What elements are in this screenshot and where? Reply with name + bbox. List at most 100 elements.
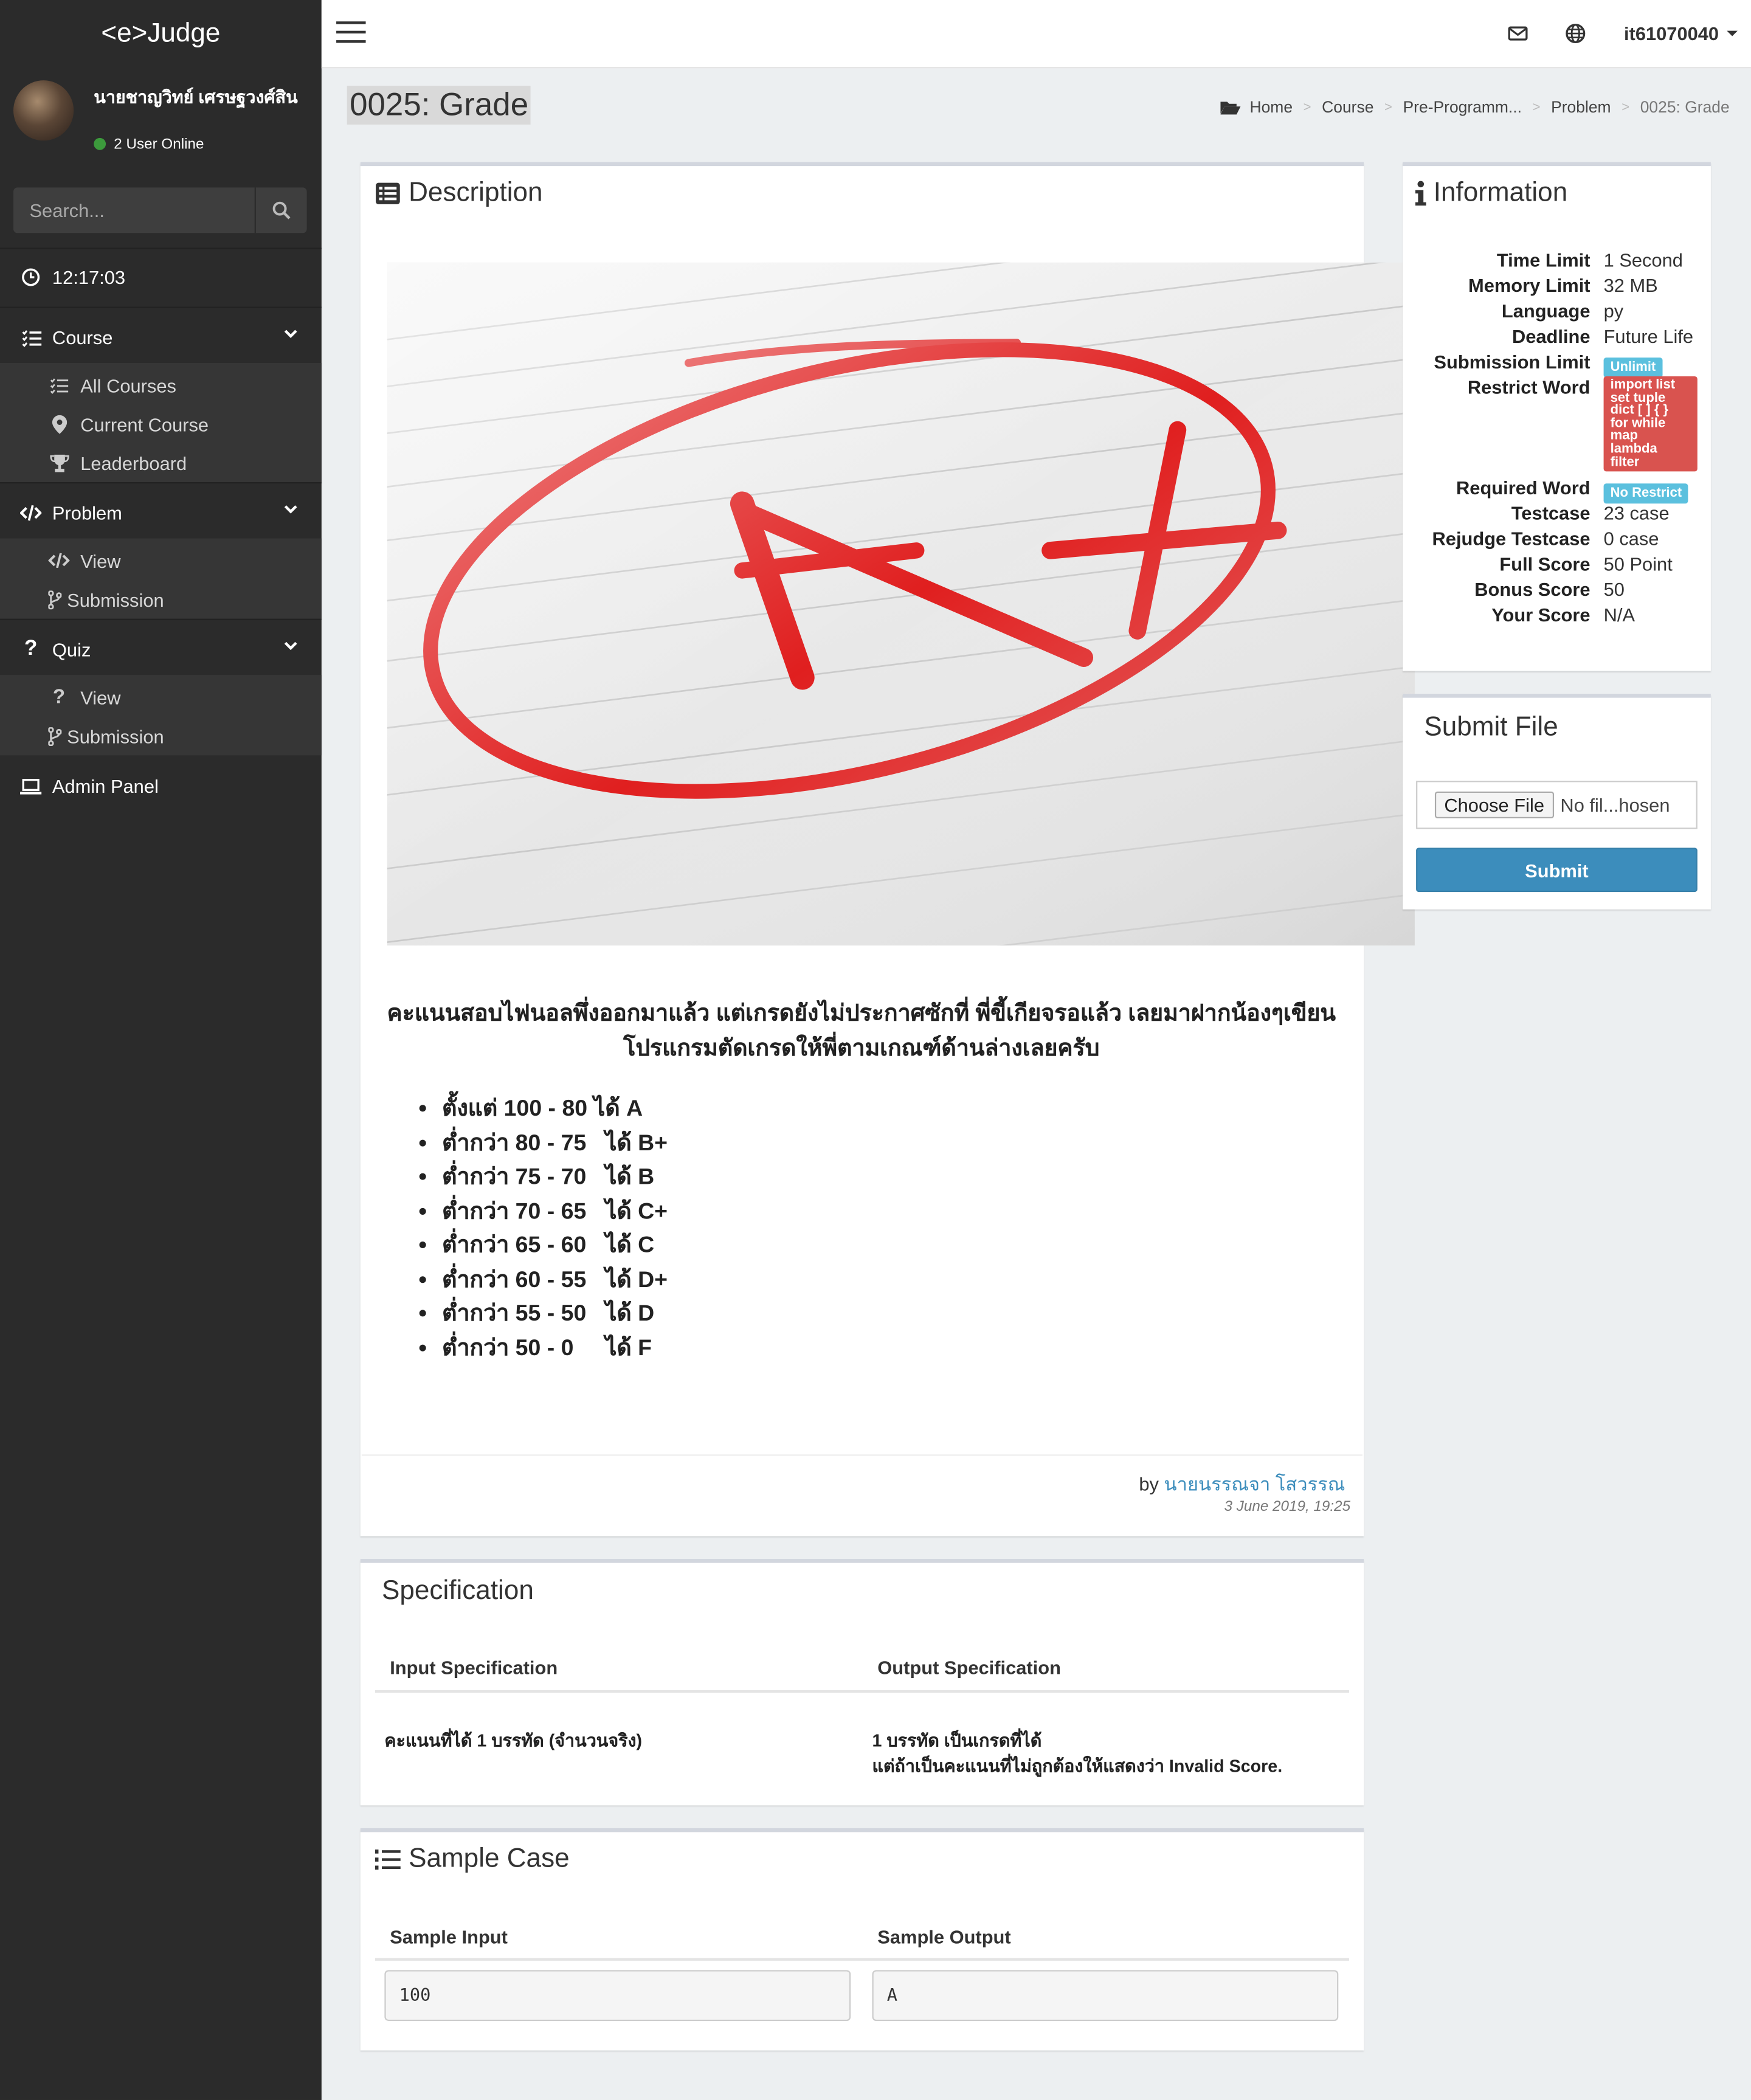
breadcrumb-course-name[interactable]: Pre-Programm... [1403,98,1522,117]
description-title: Description [375,178,543,209]
top-navbar: it61070040 [321,0,1751,69]
sample-input-box[interactable]: 100 [384,1970,851,2022]
divider [0,482,322,484]
information-title: Information [1415,178,1567,209]
sidebar-item-problem-submission[interactable]: Submission [0,580,322,619]
divider [375,1958,1349,1961]
chevron-down-icon [284,330,297,339]
sidebar-item-quiz[interactable]: ? Quiz [0,626,322,674]
sidebar-item-label: Problem [52,502,122,524]
list-item: ต่ำกว่า 55 - 50 ได้ D [442,1296,668,1330]
status-badge: No Restrict [1603,483,1689,504]
sidebar-toggle-button[interactable] [336,21,366,46]
problem-image [387,262,1415,946]
file-input[interactable]: Choose File No fil...hosen [1416,781,1697,829]
output-spec-line: แต่ถ้าเป็นคะแนนที่ไม่ถูกต้องให้แสดงว่า I… [872,1755,1283,1776]
divider [0,247,322,249]
clock-icon [22,268,40,286]
file-name-text: No fil...hosen [1560,794,1670,816]
course-submenu: All Courses Current Course Leaderboard [0,362,322,483]
output-spec-text: 1 บรรทัด เป็นเกรดที่ได้ แต่ถ้าเป็นคะแนนท… [872,1728,1282,1779]
sample-output-box[interactable]: A [872,1970,1339,2022]
sidebar-item-problem[interactable]: Problem [0,489,322,537]
sidebar-item-label: All Courses [80,374,176,396]
information-title-text: Information [1433,178,1568,208]
divider [0,618,322,620]
chevron-down-icon [284,641,297,651]
list-item: ต่ำกว่า 75 - 70 ได้ B [442,1160,668,1194]
map-marker-icon [51,414,67,433]
quiz-submenu: ? View Submission [0,675,322,756]
list-item: ต่ำกว่า 70 - 65 ได้ C+ [442,1194,668,1228]
info-full-score: Full Score 50 Point [1499,553,1673,575]
list-ol-icon [375,1850,401,1870]
brand-logo[interactable]: <e>Judge [0,0,322,67]
list-item: ต่ำกว่า 65 - 60 ได้ C [442,1228,668,1262]
sidebar-item-label: View [80,550,121,572]
sidebar-item-all-courses[interactable]: All Courses [0,365,322,404]
search-button[interactable] [254,187,307,233]
sidebar-item-quiz-submission[interactable]: Submission [0,716,322,755]
list-check-icon [50,378,69,393]
clock-time: 12:17:03 [52,266,126,288]
output-spec-line: 1 บรรทัด เป็นเกรดที่ได้ [872,1730,1042,1751]
question-icon: ? [24,637,38,660]
author-by-label: by [1139,1473,1159,1495]
sample-input-header: Sample Input [390,1926,508,1947]
user-name: นายชาญวิทย์ เศรษฐวงศ์สิน [94,87,298,108]
sidebar-item-admin-panel[interactable]: Admin Panel [0,762,322,810]
trophy-icon [49,454,69,472]
code-branch-icon [48,727,62,745]
sample-case-title-text: Sample Case [409,1844,570,1874]
question-icon: ? [52,685,66,709]
status-badge: Unlimit [1603,357,1663,378]
sidebar-item-label: Current Course [80,413,209,435]
sidebar-item-leaderboard[interactable]: Leaderboard [0,443,322,482]
info-required-word: Required Word No Restrict [1403,477,1711,504]
sidebar-item-label: Quiz [52,638,91,660]
sidebar-item-quiz-view[interactable]: ? View [0,678,322,717]
breadcrumb-current: 0025: Grade [1640,97,1730,117]
list-item: ต่ำกว่า 60 - 55 ได้ D+ [442,1262,668,1296]
info-deadline: Deadline Future Life [1511,325,1694,347]
breadcrumb-course[interactable]: Course [1322,98,1373,117]
sidebar-item-course[interactable]: Course [0,313,322,361]
submit-file-title: Submit File [1424,712,1558,742]
sidebar: <e>Judge นายชาญวิทย์ เศรษฐวงศ์สิน 2 User… [0,0,322,2100]
submit-button[interactable]: Submit [1416,848,1697,893]
info-icon [1415,181,1426,206]
info-bonus-score: Bonus Score 50 [1474,578,1625,600]
divider [0,306,322,308]
divider [361,1454,1362,1456]
page-title: 0025: Grade [347,85,531,125]
list-check-icon [21,330,41,347]
divider [375,1690,1349,1693]
list-alt-icon [376,182,400,204]
user-menu-dropdown[interactable]: it61070040 [1624,22,1738,44]
description-heading: คะแนนสอบไฟนอลพึ่งออกมาแล้ว แต่เกรดยังไม่… [387,1000,1336,1061]
breadcrumb: Home > Course > Pre-Programm... > Problem > … [1220,98,1730,117]
breadcrumb-problem[interactable]: Problem [1551,98,1611,117]
restrict-word-badge: import list set tuple dict [ ] { } for w… [1603,376,1697,472]
sample-case-title: Sample Case [375,1844,570,1875]
sidebar-item-current-course[interactable]: Current Course [0,404,322,443]
sidebar-item-label: Leaderboard [80,452,187,474]
list-item: ต่ำกว่า 50 - 0 ได้ F [442,1330,668,1364]
problem-submenu: View Submission [0,538,322,619]
globe-icon[interactable] [1565,22,1586,44]
choose-file-button[interactable]: Choose File [1434,791,1554,818]
sidebar-item-problem-view[interactable]: View [0,541,322,580]
author-link[interactable]: นายนรรณจา โสวรรณ [1164,1473,1345,1494]
search-input[interactable] [13,187,256,233]
info-testcase: Testcase 23 case [1511,502,1670,524]
sidebar-clock: 12:17:03 [0,253,322,301]
breadcrumb-home[interactable]: Home [1249,98,1293,117]
folder-open-icon [1220,101,1241,114]
caret-down-icon [1727,30,1738,36]
envelope-icon[interactable] [1507,22,1528,44]
description-title-text: Description [409,178,543,208]
username: it61070040 [1623,22,1719,44]
laptop-icon [20,778,42,794]
author-line: by นายนรรณจา โสวรรณ [1139,1471,1345,1500]
info-your-score: Your Score N/A [1491,604,1635,626]
